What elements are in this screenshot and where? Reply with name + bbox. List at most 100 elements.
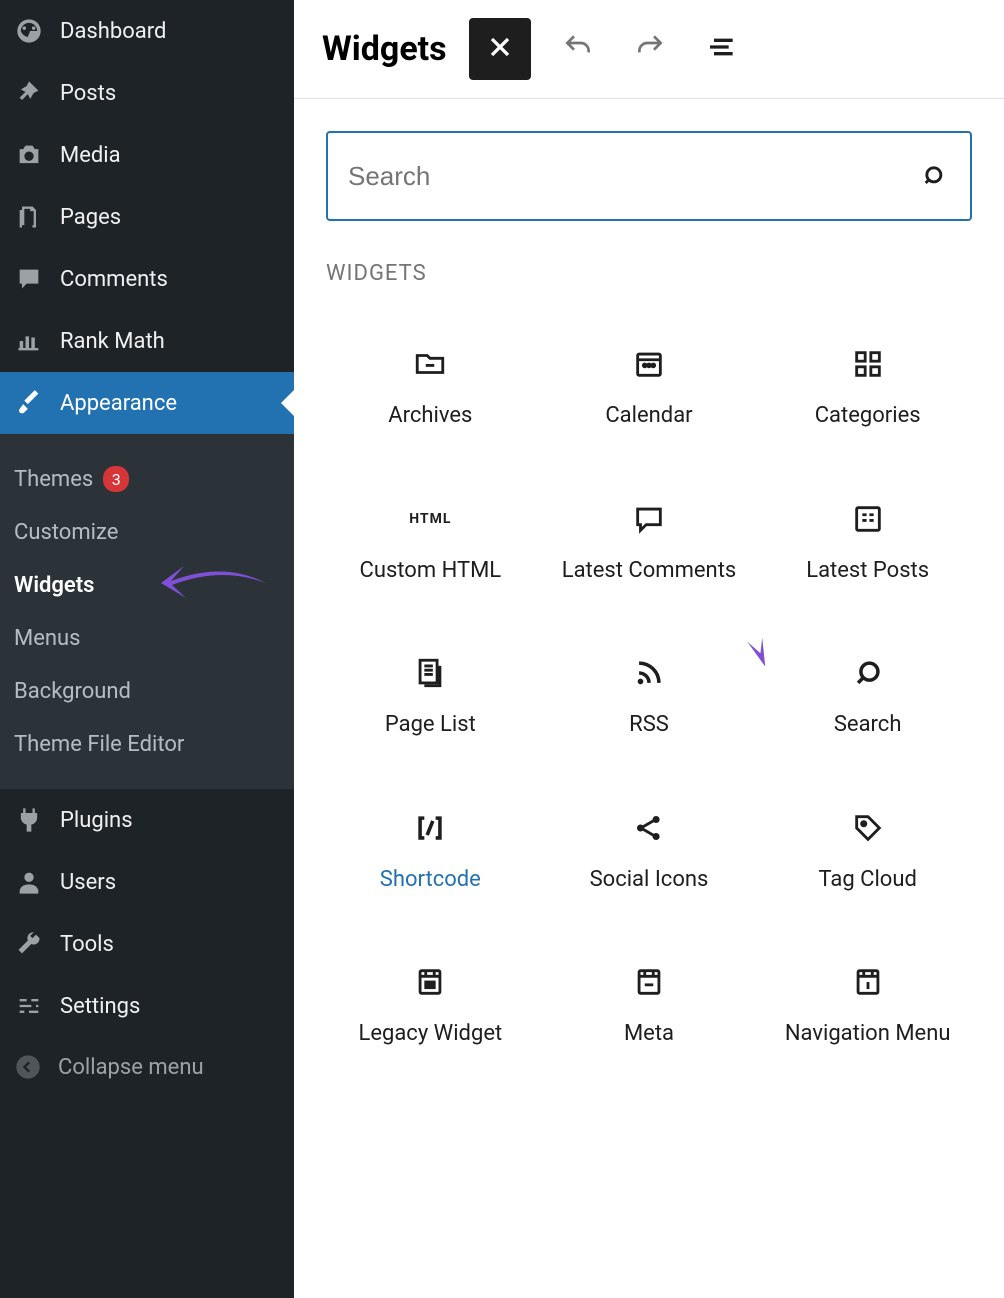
- search-icon: [920, 161, 950, 191]
- widget-social-icons[interactable]: Social Icons: [545, 790, 754, 915]
- widget-latest-posts[interactable]: Latest Posts: [763, 481, 972, 606]
- sub-theme-editor[interactable]: Theme File Editor: [0, 718, 294, 771]
- annotation-arrow-icon: [156, 558, 266, 614]
- appearance-submenu: Themes 3 Customize Widgets Menus Backgro…: [0, 434, 294, 789]
- collapse-label: Collapse menu: [58, 1055, 204, 1080]
- pagelist-icon: [412, 655, 448, 691]
- meta-icon: [631, 964, 667, 1000]
- sub-customize[interactable]: Customize: [0, 506, 294, 559]
- rss-icon: [631, 655, 667, 691]
- widget-label: RSS: [629, 711, 669, 740]
- sub-widgets[interactable]: Widgets: [0, 559, 294, 612]
- nav-label: Posts: [60, 81, 116, 106]
- widget-latest-comments[interactable]: Latest Comments: [545, 481, 754, 606]
- nav-tools[interactable]: Tools: [0, 913, 294, 975]
- pin-icon: [14, 78, 44, 108]
- calendar-icon: [631, 346, 667, 382]
- list-view-icon: [706, 31, 738, 67]
- nav-media[interactable]: Media: [0, 124, 294, 186]
- widget-label: Meta: [624, 1020, 674, 1049]
- nav-label: Users: [60, 870, 116, 895]
- nav-rankmath[interactable]: Rank Math: [0, 310, 294, 372]
- widget-meta[interactable]: Meta: [545, 944, 754, 1069]
- main-panel: Widgets WIDGETS: [294, 0, 1004, 1298]
- collapse-menu[interactable]: Collapse menu: [0, 1037, 294, 1097]
- section-heading: WIDGETS: [326, 261, 972, 286]
- widget-search[interactable]: Search: [763, 635, 972, 760]
- close-icon: [484, 31, 516, 67]
- nav-comments[interactable]: Comments: [0, 248, 294, 310]
- widget-legacy[interactable]: Legacy Widget: [326, 944, 535, 1069]
- sub-themes[interactable]: Themes 3: [0, 452, 294, 506]
- archive-icon: [412, 346, 448, 382]
- html-icon: HTML: [412, 501, 448, 537]
- nav-posts[interactable]: Posts: [0, 62, 294, 124]
- legacy-icon: [412, 964, 448, 1000]
- nav-appearance[interactable]: Appearance: [0, 372, 294, 434]
- nav-pages[interactable]: Pages: [0, 186, 294, 248]
- nav-label: Rank Math: [60, 329, 165, 354]
- widget-label: Categories: [815, 402, 921, 431]
- widget-label: Tag Cloud: [818, 866, 916, 895]
- undo-icon: [562, 31, 594, 67]
- sub-label: Theme File Editor: [14, 732, 184, 757]
- redo-icon: [634, 31, 666, 67]
- widget-label: Latest Posts: [806, 557, 929, 586]
- brush-icon: [14, 388, 44, 418]
- list-view-button[interactable]: [697, 24, 747, 74]
- widget-page-list[interactable]: Page List: [326, 635, 535, 760]
- search-input[interactable]: [348, 161, 920, 192]
- sub-label: Themes: [14, 467, 93, 492]
- categories-icon: [850, 346, 886, 382]
- shortcode-icon: [412, 810, 448, 846]
- widgets-grid: Archives Calendar Categories HTML Custom…: [326, 326, 972, 1069]
- widget-label: Shortcode: [380, 866, 481, 895]
- widget-categories[interactable]: Categories: [763, 326, 972, 451]
- nav-users[interactable]: Users: [0, 851, 294, 913]
- nav-label: Tools: [60, 932, 114, 957]
- wrench-icon: [14, 929, 44, 959]
- widget-custom-html[interactable]: HTML Custom HTML: [326, 481, 535, 606]
- collapse-icon: [14, 1053, 42, 1081]
- close-inserter-button[interactable]: [469, 18, 531, 80]
- widget-rss[interactable]: RSS: [545, 635, 754, 760]
- user-icon: [14, 867, 44, 897]
- sub-label: Menus: [14, 626, 81, 651]
- search-widget-icon: [850, 655, 886, 691]
- camera-icon: [14, 140, 44, 170]
- nav-label: Comments: [60, 267, 168, 292]
- nav-label: Media: [60, 143, 121, 168]
- widget-label: Latest Comments: [562, 557, 737, 586]
- widget-shortcode[interactable]: Shortcode: [326, 790, 535, 915]
- update-badge: 3: [103, 466, 129, 492]
- widget-tag-cloud[interactable]: Tag Cloud: [763, 790, 972, 915]
- nav-label: Settings: [60, 994, 140, 1019]
- block-search[interactable]: [326, 131, 972, 221]
- widget-label: Archives: [388, 402, 472, 431]
- nav-label: Pages: [60, 205, 121, 230]
- tag-icon: [850, 810, 886, 846]
- widget-label: Navigation Menu: [785, 1020, 951, 1049]
- widget-label: Search: [834, 711, 902, 740]
- nav-dashboard[interactable]: Dashboard: [0, 0, 294, 62]
- nav-label: Plugins: [60, 808, 133, 833]
- sub-background[interactable]: Background: [0, 665, 294, 718]
- redo-button[interactable]: [625, 24, 675, 74]
- editor-header: Widgets: [294, 0, 1004, 99]
- widget-label: Page List: [385, 711, 476, 740]
- nav-label: Dashboard: [60, 19, 166, 44]
- widget-label: Custom HTML: [360, 557, 502, 586]
- dashboard-icon: [14, 16, 44, 46]
- posts-icon: [850, 501, 886, 537]
- navmenu-icon: [850, 964, 886, 1000]
- undo-button[interactable]: [553, 24, 603, 74]
- widget-calendar[interactable]: Calendar: [545, 326, 754, 451]
- admin-sidebar: Dashboard Posts Media Pages Comments Ran…: [0, 0, 294, 1298]
- widget-nav-menu[interactable]: Navigation Menu: [763, 944, 972, 1069]
- nav-settings[interactable]: Settings: [0, 975, 294, 1037]
- widget-archives[interactable]: Archives: [326, 326, 535, 451]
- pages-icon: [14, 202, 44, 232]
- share-icon: [631, 810, 667, 846]
- sub-menus[interactable]: Menus: [0, 612, 294, 665]
- nav-plugins[interactable]: Plugins: [0, 789, 294, 851]
